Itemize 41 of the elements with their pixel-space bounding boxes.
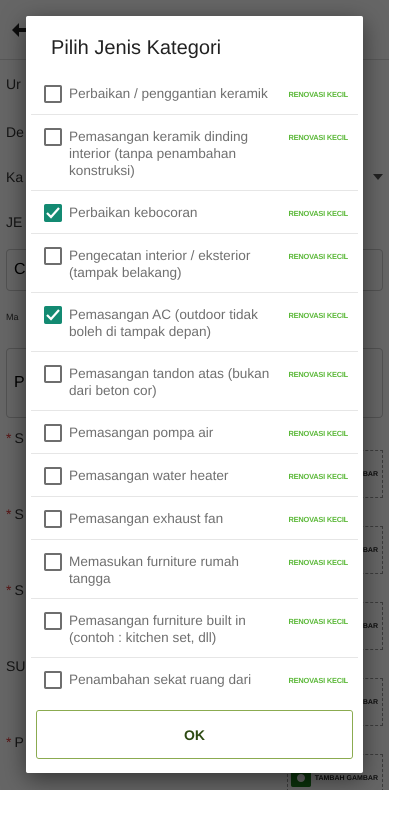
checkbox[interactable]	[44, 128, 62, 146]
ok-button[interactable]: OK	[36, 710, 353, 759]
checkbox[interactable]	[44, 553, 62, 571]
checkbox[interactable]	[44, 204, 62, 222]
category-label[interactable]: Pemasangan AC (outdoor tidak boleh di tampak depan)	[69, 306, 282, 340]
checkbox[interactable]	[44, 612, 62, 630]
field-label: JE	[6, 214, 22, 230]
field-label: S	[14, 506, 24, 522]
required-mark: *	[6, 506, 12, 522]
checkbox[interactable]	[44, 365, 62, 383]
checkbox[interactable]	[44, 424, 62, 442]
checkbox[interactable]	[44, 306, 62, 324]
category-label[interactable]: Memasukan furniture rumah tangga	[69, 553, 282, 587]
checkbox[interactable]	[44, 467, 62, 485]
checkbox[interactable]	[44, 247, 62, 265]
field-label: SU	[6, 658, 26, 674]
required-mark: *	[6, 734, 12, 750]
category-label[interactable]: Perbaikan kebocoran	[69, 204, 282, 221]
field-label: S	[14, 582, 24, 598]
checkbox[interactable]	[44, 671, 62, 689]
checkbox[interactable]	[44, 85, 62, 103]
category-label[interactable]: Perbaikan / penggantian keramik	[69, 85, 282, 102]
field-label: P	[14, 734, 24, 750]
field-label: S	[14, 430, 24, 446]
category-label[interactable]: Pemasangan exhaust fan	[69, 510, 282, 527]
field-label: De	[6, 124, 24, 140]
field-caption: Ma	[6, 312, 19, 322]
category-label[interactable]: Pemasangan keramik dinding interior (tanpa penambahan konstruksi)	[69, 128, 282, 179]
category-label[interactable]: Pemasangan furniture built in (contoh : kitchen set, dll)	[69, 612, 282, 646]
category-label[interactable]: Pengecatan interior / eksterior (tampak belakang)	[69, 247, 282, 281]
required-mark: *	[6, 582, 12, 598]
category-label[interactable]: Penambahan sekat ruang dari	[69, 671, 282, 688]
dialog-title: Pilih Jenis Kategori	[50, 36, 222, 61]
field-label: Ur	[6, 76, 21, 92]
field-label: Ka	[6, 169, 24, 185]
category-label[interactable]: Pemasangan tandon atas (bukan dari beton cor)	[69, 365, 282, 399]
required-mark: *	[6, 430, 12, 446]
category-label[interactable]: Pemasangan water heater	[69, 467, 282, 484]
caret-icon[interactable]	[373, 174, 383, 180]
checkbox[interactable]	[44, 510, 62, 528]
category-label[interactable]: Pemasangan pompa air	[69, 424, 282, 441]
